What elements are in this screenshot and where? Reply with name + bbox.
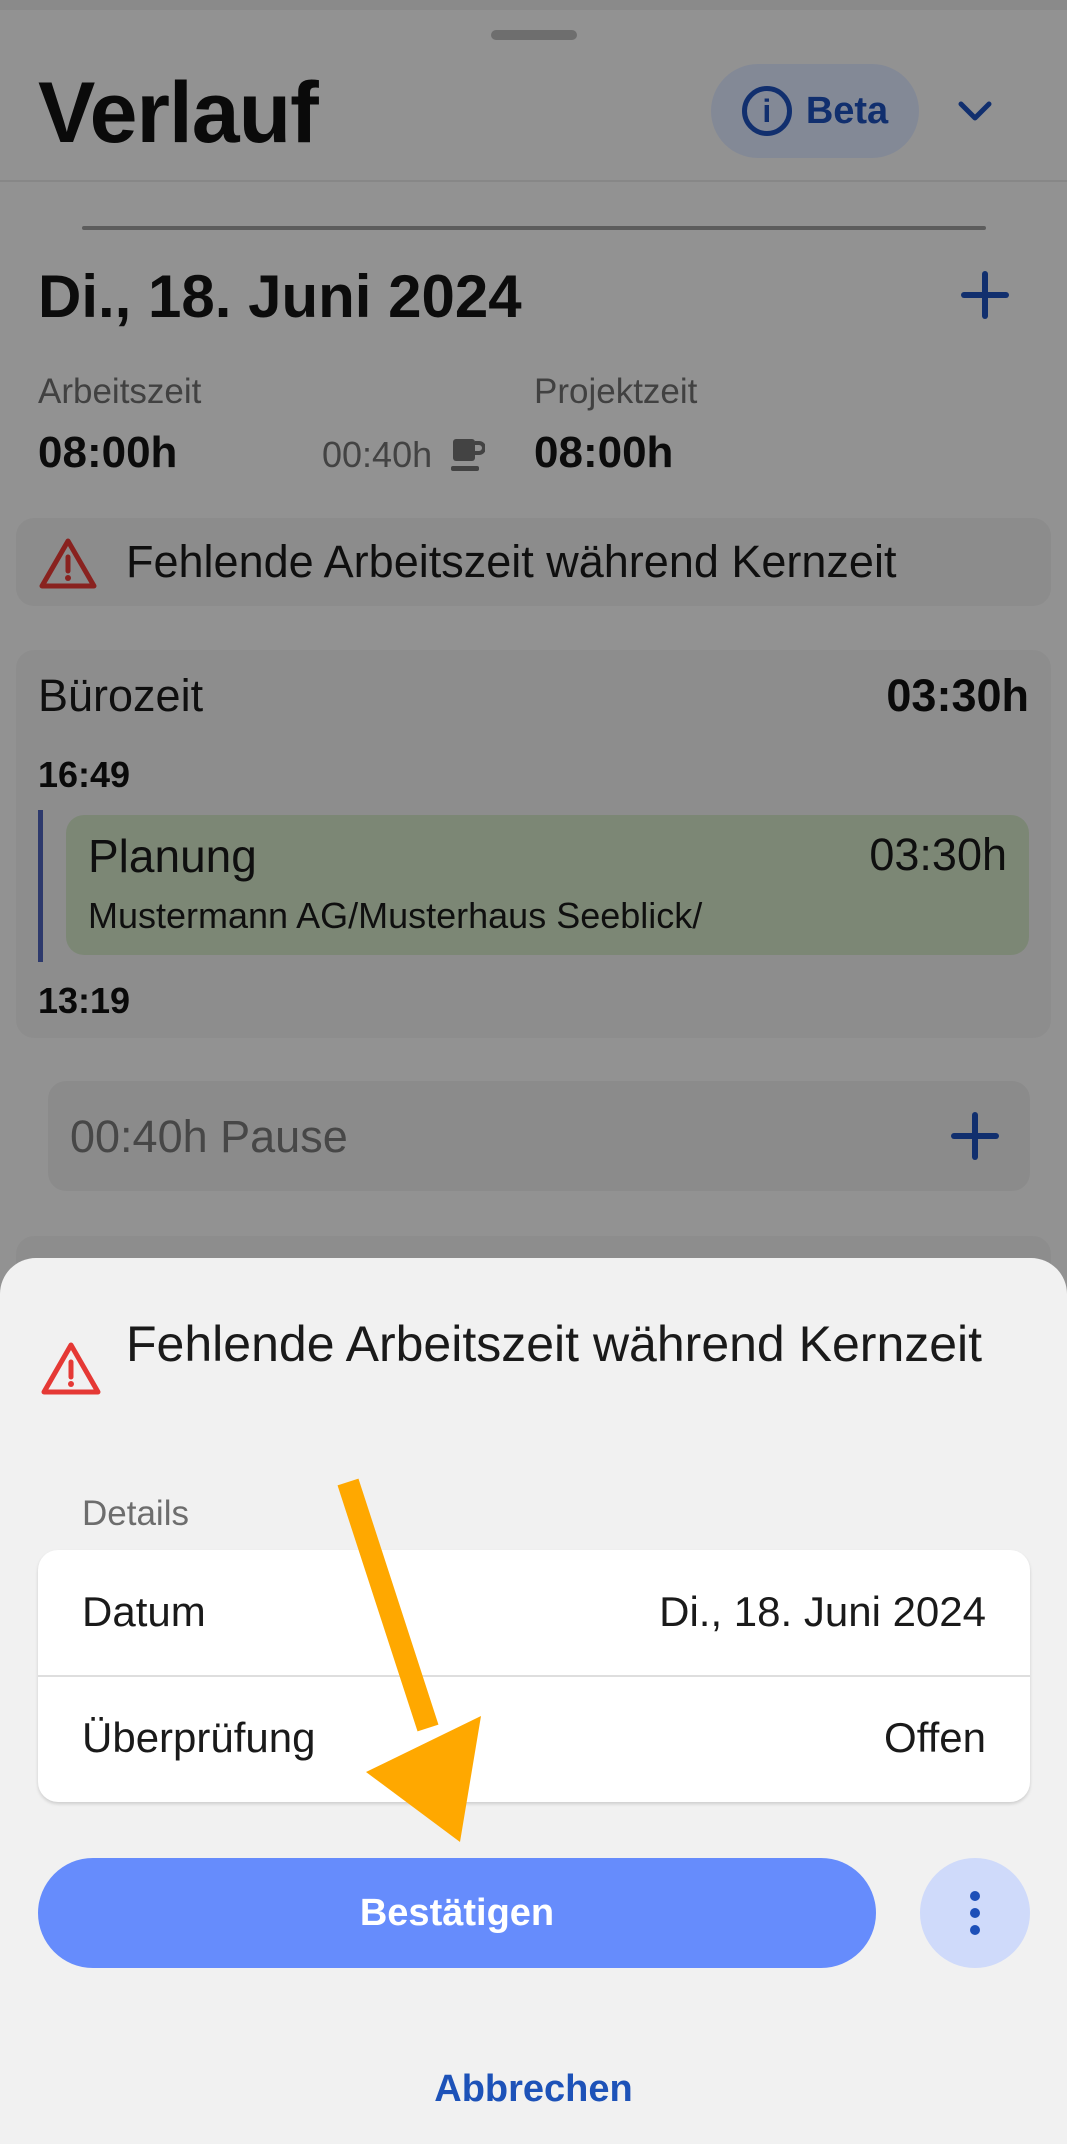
details-card: Datum Di., 18. Juni 2024 Überprüfung Off… bbox=[38, 1550, 1030, 1802]
detail-key: Datum bbox=[82, 1588, 206, 1635]
detail-row-review: Überprüfung Offen bbox=[38, 1676, 1030, 1802]
detail-value: Offen bbox=[884, 1714, 986, 1761]
detail-row-date: Datum Di., 18. Juni 2024 bbox=[38, 1550, 1030, 1677]
warning-bottom-sheet: Fehlende Arbeitszeit während Kernzeit De… bbox=[0, 1258, 1067, 2144]
confirm-button[interactable]: Bestätigen bbox=[38, 1858, 876, 1968]
cancel-link[interactable]: Abbrechen bbox=[0, 2068, 1067, 2111]
detail-key: Überprüfung bbox=[82, 1714, 316, 1761]
more-vertical-icon bbox=[970, 1891, 980, 1935]
sheet-title: Fehlende Arbeitszeit während Kernzeit bbox=[126, 1316, 983, 1372]
detail-value: Di., 18. Juni 2024 bbox=[659, 1588, 986, 1635]
more-options-button[interactable] bbox=[920, 1858, 1030, 1968]
warning-icon bbox=[41, 1342, 101, 1395]
details-label: Details bbox=[82, 1494, 189, 1533]
